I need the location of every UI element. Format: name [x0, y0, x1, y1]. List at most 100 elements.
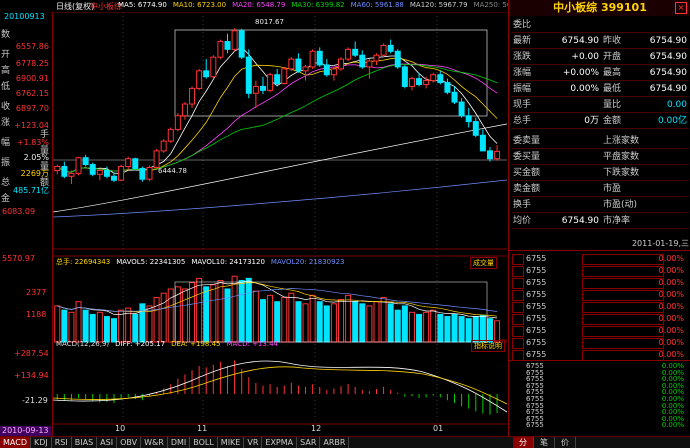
volume-bar: [401, 305, 408, 343]
quote-label: 均价: [513, 216, 532, 226]
candle-body: [274, 74, 281, 85]
indicator-tab-vr[interactable]: VR: [244, 437, 263, 448]
volume-bar: [486, 318, 493, 343]
indicator-tab-rsi[interactable]: RSI: [52, 437, 72, 448]
indicator-tab-sar[interactable]: SAR: [297, 437, 321, 448]
panel-tab[interactable]: 笔: [534, 437, 555, 448]
candle-body: [444, 82, 451, 93]
ask-pct: 0.00%: [658, 350, 684, 359]
volume-header: 总手: 22694343 MAVOL5: 22341305 MAVOL10: 241…: [56, 257, 351, 267]
volume-bar: [274, 301, 281, 343]
candle-body: [111, 175, 118, 181]
quote-row: 最新 6754.90 昨收 6754.90: [511, 34, 689, 49]
quote-row: 换手 市盈(动): [511, 198, 689, 213]
indicator-tab-macd[interactable]: MACD: [0, 437, 31, 448]
ask-bar: [582, 350, 664, 361]
ask-swatch: [512, 350, 524, 361]
volume-bar: [111, 318, 118, 343]
kline-chart[interactable]: [53, 12, 507, 436]
start-date-box: 2010-09-13: [0, 426, 51, 436]
quote-value: 0.00%: [570, 84, 599, 94]
indicator-tab-mike[interactable]: MIKE: [218, 437, 245, 448]
ask-bar: [582, 290, 664, 301]
volume-bar: [437, 313, 444, 343]
volume-bar: [288, 292, 295, 343]
ma-legend: MA5: 6774.90 MA10: 6723.00 MA20: 6548.79 MA…: [118, 1, 537, 9]
macd-badge[interactable]: 指标说明: [471, 340, 505, 352]
ask-price: 6755: [526, 314, 547, 323]
volume-bar: [267, 294, 274, 343]
panel-tab[interactable]: 价: [555, 437, 576, 448]
volume-bar: [323, 305, 330, 343]
dea-line: [53, 366, 507, 405]
ask-row: 6755 0.00%: [512, 253, 684, 265]
panel-close-icon[interactable]: ×: [675, 2, 687, 14]
quote-value2: 0.00: [666, 100, 687, 110]
volume-bar: [189, 282, 196, 343]
indicator-tab-bias[interactable]: BIAS: [72, 437, 98, 448]
candle-body: [338, 58, 345, 70]
volume-bar: [394, 309, 401, 343]
panel-tab[interactable]: 分: [513, 437, 534, 448]
candle-body: [288, 58, 295, 70]
chart-title: 日线(复权): [56, 2, 95, 11]
volume-bar: [54, 305, 61, 343]
indicator-tab-asi[interactable]: ASI: [97, 437, 118, 448]
indicator-tab-boll[interactable]: BOLL: [190, 437, 218, 448]
quote-label: 涨跌: [513, 52, 532, 62]
vol-header-item: MAVOL20: 21830923: [270, 258, 345, 266]
ma-label: MA20: 6548.79: [232, 1, 286, 9]
candle-body: [132, 158, 139, 169]
ask-swatch: [512, 278, 524, 289]
ask-row: 6755 0.00%: [512, 265, 684, 277]
candle-body: [224, 41, 231, 50]
candle-body: [430, 74, 437, 82]
quote-info-column: 20100913 6083.09 5570.97 2377 1188 +287.…: [0, 12, 53, 436]
indicator-tab-arbr[interactable]: ARBR: [320, 437, 350, 448]
indicator-tab-kdj[interactable]: KDJ: [31, 437, 52, 448]
volume-bar: [160, 292, 167, 343]
ask-swatch: [512, 266, 524, 277]
volume-bar: [245, 277, 252, 343]
volume-bar: [444, 316, 451, 343]
quote-value: 6754.90: [561, 216, 599, 226]
candle-body: [359, 54, 366, 68]
volume-bar: [61, 309, 68, 343]
candle-body: [267, 74, 274, 91]
ask-pct: 0.00%: [658, 314, 684, 323]
info-label-extra: 量: [40, 162, 50, 172]
volume-bar: [217, 279, 224, 343]
quote-label2: 昨收: [603, 36, 622, 46]
candle-body: [146, 166, 153, 180]
info-label: 总: [1, 178, 11, 188]
ask-row: 6755 0.00%: [512, 313, 684, 325]
candle-body: [61, 166, 68, 177]
candle-body: [330, 68, 337, 76]
candle-body: [302, 66, 309, 72]
ask-swatch: [512, 326, 524, 337]
quote-row: 总手 0万 金额 0.00亿: [511, 114, 689, 129]
time-axis: 10 11 12 01: [53, 424, 507, 436]
candle-body: [160, 140, 167, 152]
volume-badge[interactable]: 成交量: [470, 257, 497, 269]
diff-line: [53, 360, 507, 413]
candle-body: [281, 68, 288, 85]
indicator-tab-wr[interactable]: W&R: [141, 437, 168, 448]
candle-body: [231, 30, 238, 50]
macd-header-item: DIFF: +205.17: [115, 340, 166, 348]
volume-bar: [196, 277, 203, 343]
candle-body: [210, 56, 217, 78]
quote-label: 换手: [513, 200, 532, 210]
ask-bar: [582, 314, 664, 325]
candle-body: [96, 169, 103, 175]
indicator-tab-expma[interactable]: EXPMA: [262, 437, 298, 448]
volume-bar: [472, 316, 479, 343]
info-label: 开: [1, 50, 11, 60]
indicator-tab-obv[interactable]: OBV: [117, 437, 142, 448]
ask-row: 6755 0.00%: [512, 277, 684, 289]
high-marker-label: 8017.67: [255, 18, 284, 26]
ask-pct: 0.00%: [658, 290, 684, 299]
indicator-tab-dmi[interactable]: DMI: [168, 437, 191, 448]
candle-body: [352, 48, 359, 56]
volume-bar: [295, 301, 302, 343]
